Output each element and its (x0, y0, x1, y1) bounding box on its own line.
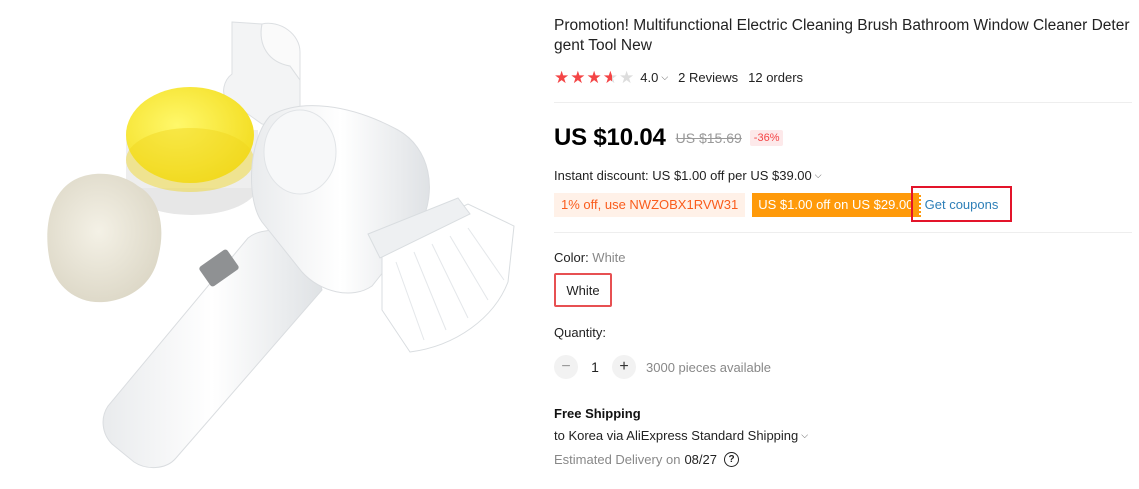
shipping-method-text: to Korea via AliExpress Standard Shippin… (554, 428, 799, 443)
divider (554, 102, 1132, 103)
product-image (0, 0, 540, 484)
star-icon: ★ (570, 67, 586, 87)
reviews-link[interactable]: 2 Reviews (678, 70, 738, 85)
orders-count: 12 orders (748, 69, 804, 85)
chevron-down-icon[interactable]: ⌵ (815, 170, 822, 181)
chevron-down-icon[interactable]: ⌵ (661, 72, 668, 83)
current-price: US $10.04 (554, 124, 666, 151)
star-icon: ★ (619, 67, 635, 87)
pieces-available: 3000 pieces available (646, 359, 772, 375)
get-coupons-link[interactable]: Get coupons (911, 186, 1012, 222)
star-icon: ★ (554, 67, 570, 87)
shipping-method[interactable]: to Korea via AliExpress Standard Shippin… (554, 428, 808, 443)
question-circle-icon[interactable]: ? (724, 452, 739, 467)
rating-stars: ★ ★ ★ ★ ★ (554, 69, 634, 86)
divider (554, 232, 1132, 233)
chevron-down-icon[interactable]: ⌵ (801, 430, 808, 441)
color-selected-value: White (592, 250, 626, 265)
star-icon: ★ (586, 67, 602, 87)
estimated-delivery-label: Estimated Delivery on (554, 452, 681, 467)
product-title: Promotion! Multifunctional Electric Clea… (554, 17, 1130, 54)
rating-row: ★ ★ ★ ★ ★ 4.0 ⌵ 2 Reviews 12 orders (554, 68, 803, 86)
shipping-title: Free Shipping (554, 406, 641, 421)
quantity-stepper: − 1 + 3000 pieces available (554, 355, 771, 379)
store-coupon[interactable]: US $1.00 off on US $29.00 (752, 193, 922, 217)
coupon-row: 1% off, use NWZOBX1RVW31 US $1.00 off on… (554, 193, 922, 217)
instant-discount[interactable]: Instant discount: US $1.00 off per US $3… (554, 168, 822, 183)
quantity-increase-button[interactable]: + (612, 355, 636, 379)
estimated-delivery-date: 08/27 (684, 452, 717, 467)
instant-discount-text: Instant discount: US $1.00 off per US $3… (554, 168, 812, 183)
original-price: US $15.69 (675, 130, 742, 146)
estimated-delivery: Estimated Delivery on 08/27 ? (554, 452, 739, 467)
color-label-text: Color: (554, 250, 593, 265)
rating-value[interactable]: 4.0 (640, 70, 658, 85)
star-icon: ★ (602, 67, 618, 87)
price-row: US $10.04 US $15.69 -36% (554, 124, 784, 152)
discount-badge: -36% (749, 130, 784, 146)
quantity-value[interactable]: 1 (578, 359, 612, 375)
quantity-decrease-button[interactable]: − (554, 355, 578, 379)
code-coupon[interactable]: 1% off, use NWZOBX1RVW31 (554, 193, 746, 217)
color-label: Color: White (554, 250, 626, 265)
color-option-white[interactable]: White (554, 273, 612, 307)
quantity-label: Quantity: (554, 325, 607, 340)
